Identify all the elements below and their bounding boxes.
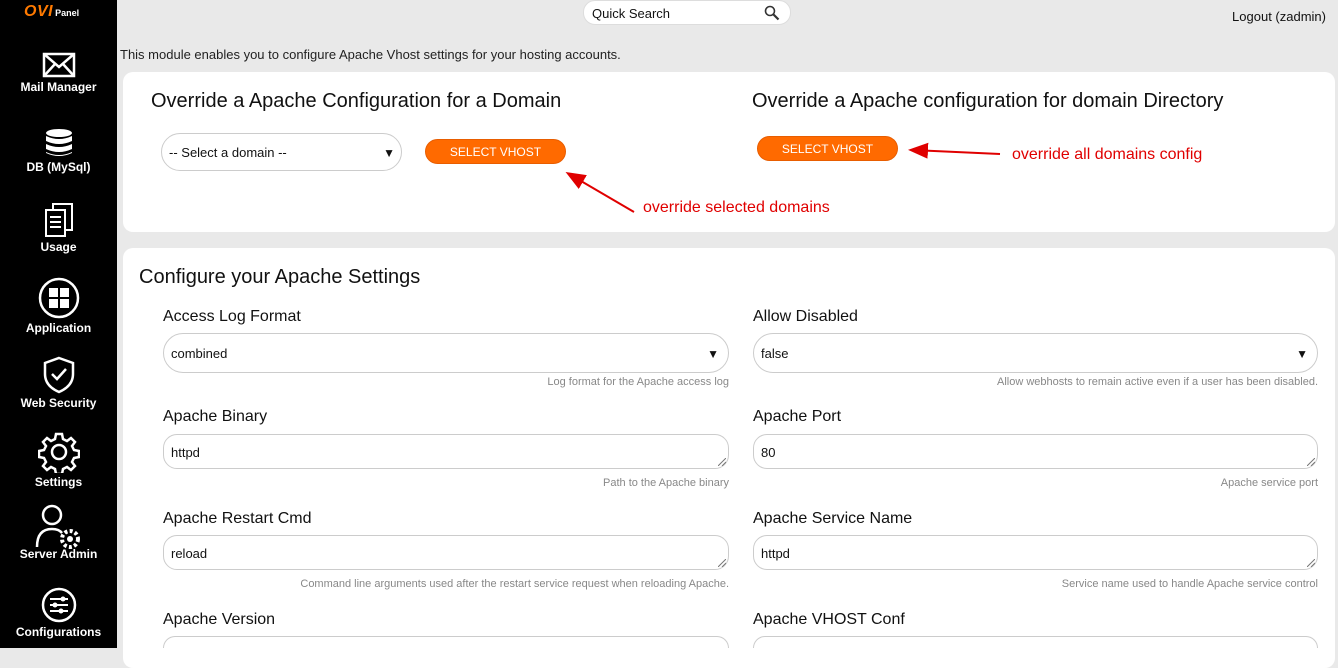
apache-port-help: Apache service port	[1220, 477, 1318, 489]
access-log-select[interactable]: combined ▼	[163, 333, 729, 373]
apache-binary-value: httpd	[171, 445, 200, 460]
quick-search[interactable]: Quick Search	[583, 0, 791, 25]
grid-icon	[38, 277, 79, 319]
apache-port-field[interactable]: 80	[753, 434, 1318, 469]
apache-restart-value: reload	[171, 546, 208, 561]
sidebar-item-label: Mail Manager	[20, 80, 97, 94]
apache-binary-field[interactable]: httpd	[163, 434, 729, 469]
sidebar-item-label: Server Admin	[19, 547, 98, 561]
sidebar-item-usage[interactable]: Usage	[0, 202, 117, 254]
select-vhost-directory-button[interactable]: SELECT VHOST	[757, 136, 898, 161]
resize-grip-icon[interactable]	[1307, 559, 1315, 567]
usage-icon	[44, 203, 73, 237]
allow-disabled-select[interactable]: false ▼	[753, 333, 1318, 373]
override-domain-title: Override a Apache Configuration for a Do…	[151, 90, 562, 112]
apache-version-field[interactable]	[163, 636, 729, 648]
apache-version-label: Apache Version	[163, 611, 276, 628]
sidebar-item-label: Configurations	[15, 625, 102, 639]
override-directory-title: Override a Apache configuration for doma…	[752, 90, 1224, 112]
sidebar-item-label: Web Security	[20, 396, 97, 410]
apache-service-value: httpd	[761, 546, 790, 561]
apache-service-field[interactable]: httpd	[753, 535, 1318, 570]
sliders-icon	[41, 587, 76, 623]
annotation-selected-domains: override selected domains	[643, 199, 830, 216]
brand-logo[interactable]: OVI Panel	[24, 3, 98, 25]
access-log-value: combined	[171, 346, 228, 361]
sidebar: OVIPanel Mail Manager DB (MySql) Usage	[0, 0, 117, 648]
select-vhost-domain-button[interactable]: SELECT VHOST	[425, 139, 566, 164]
resize-grip-icon[interactable]	[1307, 458, 1315, 466]
settings-title: Configure your Apache Settings	[139, 266, 421, 288]
resize-grip-icon[interactable]	[718, 559, 726, 567]
apache-restart-label: Apache Restart Cmd	[163, 510, 312, 527]
access-log-help: Log format for the Apache access log	[547, 376, 729, 388]
shield-icon	[43, 356, 74, 394]
sidebar-item-mail-manager[interactable]: Mail Manager	[0, 52, 117, 94]
resize-grip-icon[interactable]	[718, 458, 726, 466]
apache-restart-field[interactable]: reload	[163, 535, 729, 570]
sidebar-item-label: DB (MySql)	[26, 160, 91, 174]
sidebar-item-application[interactable]: Application	[0, 277, 117, 335]
user-gear-icon	[35, 504, 80, 549]
chevron-down-icon: ▼	[1296, 347, 1308, 361]
logout-link[interactable]: Logout (zadmin)	[1232, 9, 1326, 24]
mail-icon	[42, 52, 75, 78]
apache-restart-help: Command line arguments used after the re…	[300, 578, 729, 590]
apache-service-label: Apache Service Name	[753, 510, 913, 527]
intro-text: This module enables you to configure Apa…	[120, 47, 621, 62]
allow-disabled-value: false	[761, 346, 789, 361]
sidebar-item-label: Usage	[40, 240, 77, 254]
annotation-all-domains: override all domains config	[1012, 146, 1203, 163]
chevron-down-icon: ▼	[707, 347, 719, 361]
chevron-down-icon: ▼	[383, 146, 395, 160]
search-input[interactable]: Quick Search	[592, 6, 670, 21]
domain-select-value: -- Select a domain --	[169, 145, 287, 160]
brand-suffix: Panel	[55, 8, 80, 18]
domain-select[interactable]: -- Select a domain -- ▼	[161, 133, 402, 171]
apache-port-value: 80	[761, 445, 776, 460]
allow-disabled-help: Allow webhosts to remain active even if …	[996, 376, 1318, 388]
apache-service-help: Service name used to handle Apache servi…	[1061, 578, 1318, 590]
sidebar-item-configurations[interactable]: Configurations	[0, 587, 117, 639]
gear-icon	[37, 432, 80, 473]
sidebar-item-label: Application	[25, 321, 92, 335]
sidebar-item-settings[interactable]: Settings	[0, 431, 117, 489]
allow-disabled-label: Allow Disabled	[753, 308, 858, 325]
sidebar-item-server-admin[interactable]: Server Admin	[0, 503, 117, 561]
sidebar-item-label: Settings	[34, 475, 83, 489]
search-icon[interactable]	[764, 5, 780, 21]
apache-vhost-conf-field[interactable]	[753, 636, 1318, 648]
sidebar-item-web-security[interactable]: Web Security	[0, 356, 117, 410]
brand-name: OVI	[24, 3, 54, 20]
access-log-label: Access Log Format	[163, 308, 301, 325]
apache-vhost-conf-label: Apache VHOST Conf	[753, 611, 905, 628]
apache-binary-label: Apache Binary	[163, 408, 268, 425]
database-icon	[45, 129, 72, 156]
sidebar-item-db[interactable]: DB (MySql)	[0, 128, 117, 174]
apache-port-label: Apache Port	[753, 408, 842, 425]
apache-binary-help: Path to the Apache binary	[603, 477, 729, 489]
